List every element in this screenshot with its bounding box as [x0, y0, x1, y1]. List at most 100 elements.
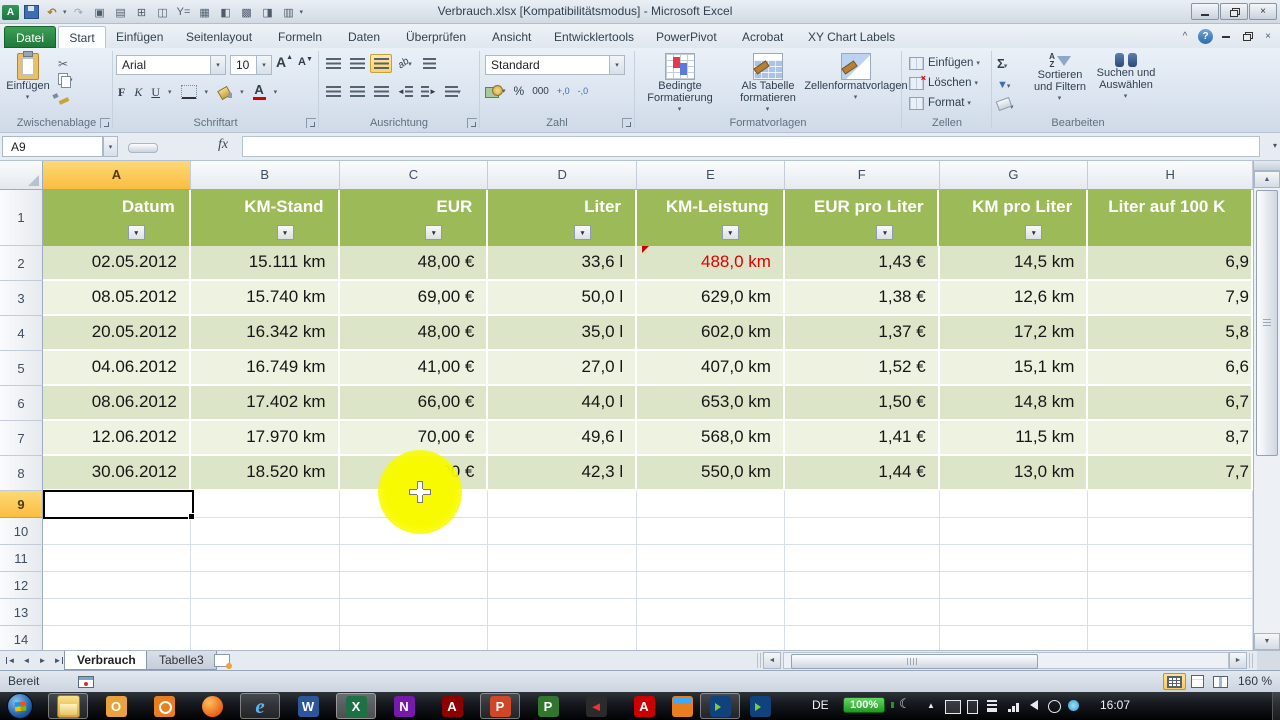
empty-cell[interactable] — [940, 626, 1089, 650]
column-header-a[interactable]: A — [43, 161, 191, 190]
data-cell[interactable]: 8,7 — [1088, 421, 1253, 454]
decrease-indent-button[interactable]: ◄ — [394, 82, 416, 101]
data-cell[interactable]: 15,1 km — [940, 351, 1089, 384]
data-cell[interactable]: 16.749 km — [191, 351, 340, 384]
selected-cell-a9[interactable] — [43, 490, 194, 519]
tab-seitenlayout[interactable]: Seitenlayout — [176, 26, 262, 48]
empty-cell[interactable] — [785, 518, 940, 545]
row-header-12[interactable]: 12 — [0, 572, 43, 599]
empty-cell[interactable] — [637, 518, 785, 545]
split-handle[interactable] — [1254, 161, 1280, 171]
data-cell[interactable]: 18.520 km — [191, 456, 340, 489]
filter-dropdown-icon[interactable]: ▾ — [128, 225, 145, 240]
data-cell[interactable]: 69,00 € — [340, 281, 489, 314]
font-color-button[interactable]: A — [253, 84, 266, 100]
empty-cell[interactable] — [785, 626, 940, 650]
empty-cell[interactable] — [488, 572, 637, 599]
data-cell[interactable]: 48,00 € — [340, 316, 489, 349]
clear-button[interactable]: ▾ — [997, 96, 1014, 114]
format-cells-button[interactable]: Format ▾ — [909, 94, 971, 112]
empty-cell[interactable] — [340, 545, 489, 572]
number-format-combo[interactable]: Standard ▾ — [485, 55, 625, 75]
data-cell[interactable]: 49,6 l — [488, 421, 637, 454]
data-cell[interactable]: 6,7 — [1088, 386, 1253, 419]
view-page-layout-button[interactable] — [1186, 673, 1209, 690]
find-select-button[interactable]: Suchen und Auswählen ▾ — [1093, 53, 1159, 103]
vertical-scroll-thumb[interactable] — [1256, 190, 1278, 456]
font-size-combo[interactable]: 10 ▾ — [230, 55, 272, 75]
data-cell[interactable]: 08.05.2012 — [43, 281, 191, 314]
data-cell[interactable]: 12,6 km — [940, 281, 1089, 314]
data-cell[interactable]: 11,5 km — [940, 421, 1089, 454]
column-header-g[interactable]: G — [940, 161, 1089, 190]
row-header-9[interactable]: 9 — [0, 491, 43, 518]
empty-cell[interactable] — [488, 599, 637, 626]
empty-cell[interactable] — [340, 572, 489, 599]
expand-formula-bar-icon[interactable]: ▾ — [1273, 141, 1277, 150]
row-header-4[interactable]: 4 — [0, 316, 43, 351]
empty-cell[interactable] — [191, 626, 340, 650]
cell-styles-button[interactable]: Zellenformatvorlagen ▾ — [814, 53, 898, 104]
start-button[interactable] — [7, 693, 33, 719]
borders-icon[interactable] — [181, 85, 197, 99]
empty-cell[interactable] — [1088, 491, 1253, 518]
scroll-down-icon[interactable]: ▼ — [1254, 633, 1280, 650]
data-cell[interactable]: 13,0 km — [940, 456, 1089, 489]
align-top-button[interactable] — [322, 54, 344, 73]
column-header-c[interactable]: C — [340, 161, 489, 190]
underline-button[interactable]: U — [151, 85, 160, 100]
taskbar-onenote[interactable]: N — [384, 693, 424, 719]
delete-cells-button[interactable]: × Löschen ▾ — [909, 74, 978, 92]
vertical-scrollbar[interactable]: ▲ ▼ — [1253, 161, 1280, 650]
data-cell[interactable]: 6,9 — [1088, 246, 1253, 279]
accounting-format-button[interactable]: ▾ — [485, 85, 506, 98]
taskbar-app-box[interactable] — [662, 693, 702, 719]
data-cell[interactable]: 7,9 — [1088, 281, 1253, 314]
view-normal-button[interactable] — [1163, 673, 1186, 690]
formula-input[interactable] — [242, 136, 1260, 157]
data-cell[interactable]: 02.05.2012 — [43, 246, 191, 279]
taskbar-acrobat[interactable]: A — [624, 693, 664, 719]
increase-indent-button[interactable]: ► — [418, 82, 440, 101]
empty-cell[interactable] — [43, 626, 191, 650]
font-name-combo[interactable]: Arial ▾ — [116, 55, 226, 75]
bold-button[interactable]: F — [118, 85, 125, 100]
row-header-2[interactable]: 2 — [0, 246, 43, 281]
data-cell[interactable]: 33,6 l — [488, 246, 637, 279]
filter-dropdown-icon[interactable]: ▾ — [722, 225, 739, 240]
copy-button[interactable]: ▾ — [58, 73, 73, 86]
data-cell[interactable]: 08.06.2012 — [43, 386, 191, 419]
data-cell[interactable]: 14,5 km — [940, 246, 1089, 279]
italic-button[interactable]: K — [134, 85, 142, 100]
taskbar-powerpoint[interactable]: P — [480, 693, 520, 719]
dialog-launcher-icon[interactable] — [306, 118, 316, 128]
empty-cell[interactable] — [191, 599, 340, 626]
find-select-dropdown-icon[interactable]: ▾ — [1124, 91, 1128, 103]
empty-cell[interactable] — [637, 572, 785, 599]
grow-font-button[interactable]: A▲ — [276, 54, 293, 70]
cf-dropdown-icon[interactable]: ▾ — [678, 104, 682, 116]
filter-dropdown-icon[interactable]: ▾ — [574, 225, 591, 240]
data-cell[interactable]: 66,00 € — [340, 386, 489, 419]
show-desktop-button[interactable] — [1272, 692, 1280, 720]
data-cell[interactable]: 1,50 € — [785, 386, 940, 419]
delete-cells-dropdown-icon[interactable]: ▾ — [974, 79, 978, 87]
header-cell[interactable]: EUR pro Liter▾ — [785, 190, 940, 246]
tab-formeln[interactable]: Formeln — [268, 26, 332, 48]
data-cell[interactable]: 17,2 km — [940, 316, 1089, 349]
horizontal-scrollbar[interactable] — [783, 652, 1229, 669]
thousands-button[interactable]: 000 — [532, 86, 549, 97]
name-box[interactable]: A9 — [2, 136, 103, 157]
taskbar-firefox[interactable] — [192, 693, 232, 719]
taskbar-media-app[interactable] — [144, 693, 184, 719]
data-cell[interactable]: 48,00 € — [340, 246, 489, 279]
fill-handle[interactable] — [188, 513, 195, 520]
empty-cell[interactable] — [488, 626, 637, 650]
number-format-dropdown-icon[interactable]: ▾ — [609, 56, 624, 74]
taskbar-internet-explorer[interactable]: e — [240, 693, 280, 719]
conditional-formatting-button[interactable]: Bedingte Formatierung ▾ — [638, 53, 722, 116]
data-cell[interactable]: 04.06.2012 — [43, 351, 191, 384]
minimize-ribbon-icon[interactable]: ^ — [1177, 28, 1193, 44]
data-cell[interactable]: 15.111 km — [191, 246, 340, 279]
formula-bar-handle[interactable] — [128, 143, 158, 153]
